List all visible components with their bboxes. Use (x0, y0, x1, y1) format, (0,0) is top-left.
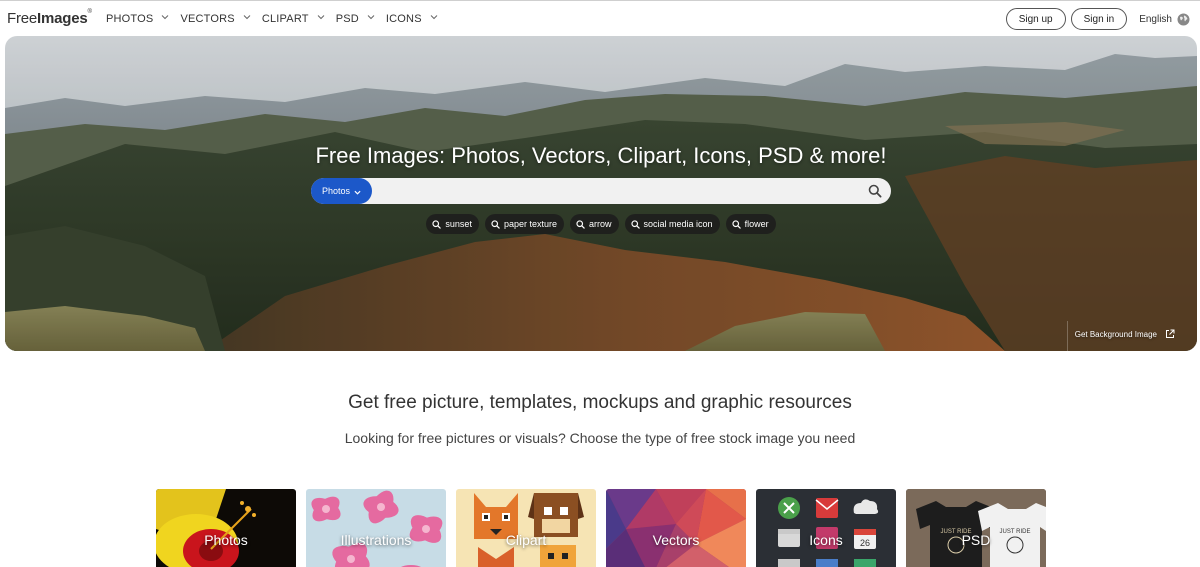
nav-label: ICONS (385, 13, 422, 25)
hero-banner: Free Images: Photos, Vectors, Clipart, I… (5, 36, 1197, 351)
nav-label: PSD (335, 13, 359, 25)
category-card-psd[interactable]: JUST RIDE JUST RIDE PSD (906, 489, 1046, 567)
section-heading: Get free picture, templates, mockups and… (348, 392, 852, 413)
search-icon (491, 219, 500, 229)
search-tag[interactable]: paper texture (484, 214, 564, 234)
chevron-down-icon (367, 13, 375, 21)
nav-item-psd[interactable]: PSD (336, 13, 386, 25)
logo-text-light: Free (7, 10, 38, 27)
sign-in-button[interactable]: Sign in (1070, 8, 1128, 30)
nav-label: PHOTOS (106, 13, 154, 25)
category-label: PSD (961, 532, 991, 548)
search-tag[interactable]: sunset (426, 214, 479, 234)
category-card-clipart[interactable]: Clipart (456, 489, 596, 567)
search-bar: Photos (311, 178, 891, 204)
language-selector[interactable]: English (1139, 14, 1172, 25)
chevron-down-icon (354, 188, 361, 195)
search-icon[interactable] (868, 184, 882, 198)
nav-label: CLIPART (261, 13, 309, 25)
clipart-thumbnail (456, 489, 596, 567)
category-label: Illustrations (340, 532, 412, 548)
get-background-image-label: Get Background Image (1074, 329, 1157, 339)
main-nav: PHOTOS VECTORS CLIPART PSD ICONS (106, 13, 449, 25)
get-background-image-link[interactable]: Get Background Image (1075, 329, 1175, 339)
search-tag-label: arrow (589, 219, 612, 229)
category-card-vectors[interactable]: Vectors (606, 489, 746, 567)
category-card-illustrations[interactable]: Illustrations (306, 489, 446, 567)
search-tag-label: sunset (445, 219, 472, 229)
search-tag[interactable]: arrow (570, 214, 619, 234)
search-icon (432, 219, 442, 229)
photos-thumbnail (156, 489, 296, 567)
search-tag-label: social media icon (643, 219, 713, 229)
search-tag-label: flower (744, 219, 769, 229)
icons-thumbnail: 26 (756, 489, 896, 567)
site-logo[interactable]: FreeImages® (7, 9, 92, 27)
nav-label: VECTORS (180, 13, 235, 25)
search-tag[interactable]: flower (725, 214, 776, 234)
search-input[interactable] (377, 178, 857, 204)
nav-item-icons[interactable]: ICONS (386, 13, 449, 25)
search-tag[interactable]: social media icon (624, 214, 720, 234)
category-label: Photos (204, 532, 248, 548)
logo-text-bold: Images (37, 10, 88, 27)
account-nav: Sign up Sign in English (1005, 8, 1190, 30)
section-subheading: Looking for free pictures or visuals? Ch… (344, 430, 856, 446)
search-tag-label: paper texture (503, 219, 557, 229)
category-card-photos[interactable]: Photos (156, 489, 296, 567)
logo-registered-mark: ® (87, 9, 92, 15)
category-label: Icons (809, 532, 843, 548)
popular-search-tags: sunset paper texture arrow social media … (5, 214, 1197, 234)
hero-title: Free Images: Photos, Vectors, Clipart, I… (315, 143, 887, 168)
category-label: Clipart (505, 532, 547, 548)
nav-item-clipart[interactable]: CLIPART (262, 13, 336, 25)
search-type-label: Photos (321, 186, 351, 196)
chevron-down-icon (317, 13, 325, 21)
category-card-icons[interactable]: 26 Icons (756, 489, 896, 567)
search-icon (731, 219, 741, 229)
chevron-down-icon (430, 13, 438, 21)
globe-icon[interactable] (1177, 13, 1190, 26)
search-icon (576, 219, 585, 229)
search-type-dropdown[interactable]: Photos (311, 178, 372, 204)
category-label: Vectors (652, 532, 700, 548)
illustrations-thumbnail (306, 489, 446, 567)
sign-up-button[interactable]: Sign up (1005, 8, 1066, 30)
nav-item-photos[interactable]: PHOTOS (106, 13, 180, 25)
external-link-icon (1165, 329, 1175, 339)
chevron-down-icon (243, 13, 251, 21)
psd-thumbnail: JUST RIDE JUST RIDE (906, 489, 1046, 567)
chevron-down-icon (161, 13, 169, 21)
nav-item-vectors[interactable]: VECTORS (180, 13, 261, 25)
divider (1067, 321, 1068, 351)
category-cards: Photos Illustrations Clipart Vectors 26 … (156, 489, 1056, 567)
vectors-thumbnail (606, 489, 746, 567)
top-navbar: FreeImages® PHOTOS VECTORS CLIPART PSD I… (0, 0, 1200, 36)
search-icon (630, 219, 640, 229)
